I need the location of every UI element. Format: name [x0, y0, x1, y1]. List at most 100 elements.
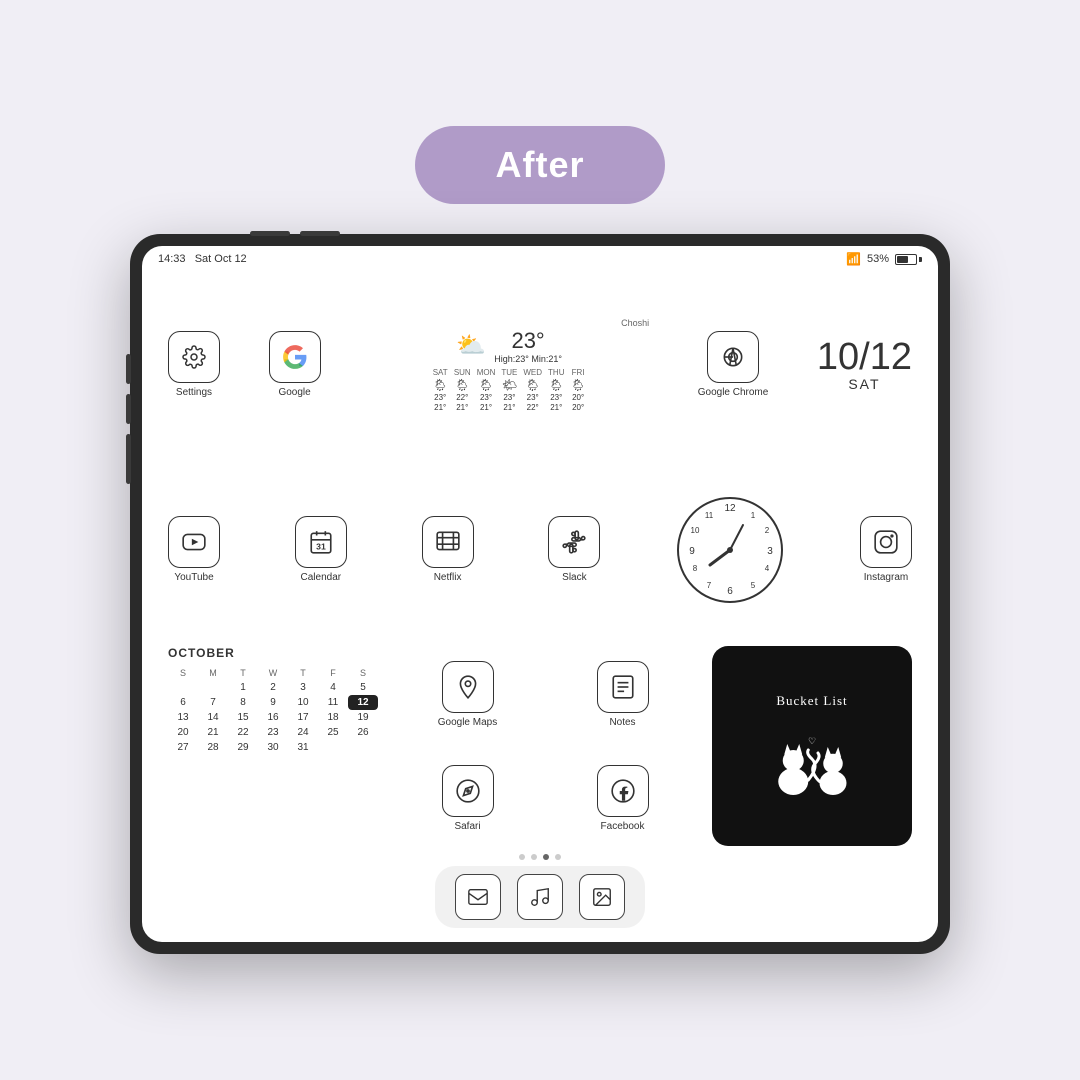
cal-day[interactable]: 29 — [228, 740, 258, 755]
page-dot-2[interactable] — [531, 854, 537, 860]
dock-area — [158, 854, 922, 934]
app-settings[interactable]: Settings — [168, 331, 220, 398]
cal-day[interactable]: 1 — [228, 680, 258, 695]
svg-text:1: 1 — [751, 511, 756, 520]
youtube-icon-box — [168, 516, 220, 568]
cal-day[interactable]: 12 — [348, 695, 378, 710]
page-dot-3[interactable] — [543, 854, 549, 860]
weather-location: Choshi — [369, 318, 649, 328]
app-netflix[interactable]: Netflix — [422, 516, 474, 583]
app-slack[interactable]: Slack — [548, 516, 600, 583]
notes-label: Notes — [609, 717, 635, 728]
cal-day[interactable]: 26 — [348, 725, 378, 740]
clock-widget: 12 3 6 9 1 2 4 5 7 8 10 11 — [675, 495, 785, 605]
cal-day[interactable]: 9 — [258, 695, 288, 710]
app-notes[interactable]: Notes — [549, 646, 696, 742]
weather-widget: Choshi ⛅ 23° High:23° Min:21° SAT🌦23°21°… — [369, 318, 649, 412]
svg-text:8: 8 — [693, 564, 698, 573]
google-label: Google — [278, 387, 310, 398]
cal-day[interactable]: 28 — [198, 740, 228, 755]
calendar-month: OCTOBER — [168, 646, 378, 660]
svg-text:31: 31 — [316, 542, 326, 552]
cal-day[interactable]: 20 — [168, 725, 198, 740]
calendar-label: Calendar — [301, 572, 342, 583]
cal-day[interactable]: 7 — [198, 695, 228, 710]
dock — [435, 866, 645, 928]
svg-text:7: 7 — [707, 581, 712, 590]
svg-text:10: 10 — [691, 526, 700, 535]
cal-day[interactable]: 3 — [288, 680, 318, 695]
cal-day[interactable]: 14 — [198, 710, 228, 725]
svg-text:9: 9 — [689, 546, 695, 557]
cal-day — [318, 740, 348, 755]
page-dots — [519, 854, 561, 860]
svg-text:4: 4 — [765, 564, 770, 573]
app-youtube[interactable]: YouTube — [168, 516, 220, 583]
weather-detail: High:23° Min:21° — [494, 354, 562, 364]
wifi-icon: 📶 — [846, 252, 861, 266]
cal-day[interactable]: 17 — [288, 710, 318, 725]
cal-day[interactable]: 22 — [228, 725, 258, 740]
ipad-volume-button1 — [126, 354, 131, 384]
battery-percent: 53% — [867, 253, 889, 265]
instagram-label: Instagram — [864, 572, 908, 583]
cal-day[interactable]: 25 — [318, 725, 348, 740]
page-dot-4[interactable] — [555, 854, 561, 860]
cal-day[interactable]: 6 — [168, 695, 198, 710]
cal-day[interactable]: 21 — [198, 725, 228, 740]
ipad-top-button2 — [300, 231, 340, 236]
cal-day[interactable]: 19 — [348, 710, 378, 725]
cal-day — [348, 740, 378, 755]
ipad-frame: 14:33 Sat Oct 12 📶 53% — [130, 234, 950, 954]
weather-temp: 23° — [494, 328, 562, 354]
cal-day[interactable]: 23 — [258, 725, 288, 740]
maps-label: Google Maps — [438, 717, 497, 728]
youtube-label: YouTube — [174, 572, 213, 583]
cal-day[interactable]: 2 — [258, 680, 288, 695]
page-dot-1[interactable] — [519, 854, 525, 860]
cal-day[interactable]: 27 — [168, 740, 198, 755]
slack-label: Slack — [562, 572, 586, 583]
ipad-top-button1 — [250, 231, 290, 236]
app-maps[interactable]: Google Maps — [394, 646, 541, 742]
cal-day[interactable]: 13 — [168, 710, 198, 725]
bucket-list-title: Bucket List — [776, 693, 847, 709]
dock-photos[interactable] — [579, 874, 625, 920]
cal-day[interactable]: 10 — [288, 695, 318, 710]
instagram-icon-box — [860, 516, 912, 568]
netflix-label: Netflix — [434, 572, 462, 583]
app-chrome[interactable]: Google Chrome — [698, 331, 769, 398]
svg-text:5: 5 — [751, 581, 756, 590]
maps-icon-box — [442, 661, 494, 713]
facebook-icon-box — [597, 765, 649, 817]
svg-text:11: 11 — [705, 511, 714, 520]
netflix-icon-box — [422, 516, 474, 568]
cal-day[interactable]: 15 — [228, 710, 258, 725]
cal-day[interactable]: 30 — [258, 740, 288, 755]
notes-icon-box — [597, 661, 649, 713]
app-google[interactable]: Google — [269, 331, 321, 398]
app-facebook[interactable]: Facebook — [549, 750, 696, 846]
svg-text:3: 3 — [767, 546, 773, 557]
app-safari[interactable]: Safari — [394, 750, 541, 846]
bucket-list-widget: Bucket List — [712, 646, 912, 846]
cal-day[interactable]: 31 — [288, 740, 318, 755]
cal-day[interactable]: 4 — [318, 680, 348, 695]
cal-day — [168, 680, 198, 695]
weather-forecast: SAT🌦23°21° SUN🌦22°21° MON🌦23°21° TUE🌤23°… — [369, 368, 649, 412]
top-row: Settings Google — [158, 276, 922, 453]
dock-mail[interactable] — [455, 874, 501, 920]
middle-row: YouTube 31 Calendar — [158, 461, 922, 638]
cal-day[interactable]: 5 — [348, 680, 378, 695]
cal-day[interactable]: 16 — [258, 710, 288, 725]
cal-day[interactable]: 8 — [228, 695, 258, 710]
cal-day[interactable]: 24 — [288, 725, 318, 740]
app-calendar[interactable]: 31 Calendar — [295, 516, 347, 583]
cal-day — [198, 680, 228, 695]
screen-content: Settings Google — [142, 268, 938, 942]
cal-day[interactable]: 11 — [318, 695, 348, 710]
ipad-power-button — [126, 434, 131, 484]
dock-music[interactable] — [517, 874, 563, 920]
app-instagram[interactable]: Instagram — [860, 516, 912, 583]
cal-day[interactable]: 18 — [318, 710, 348, 725]
